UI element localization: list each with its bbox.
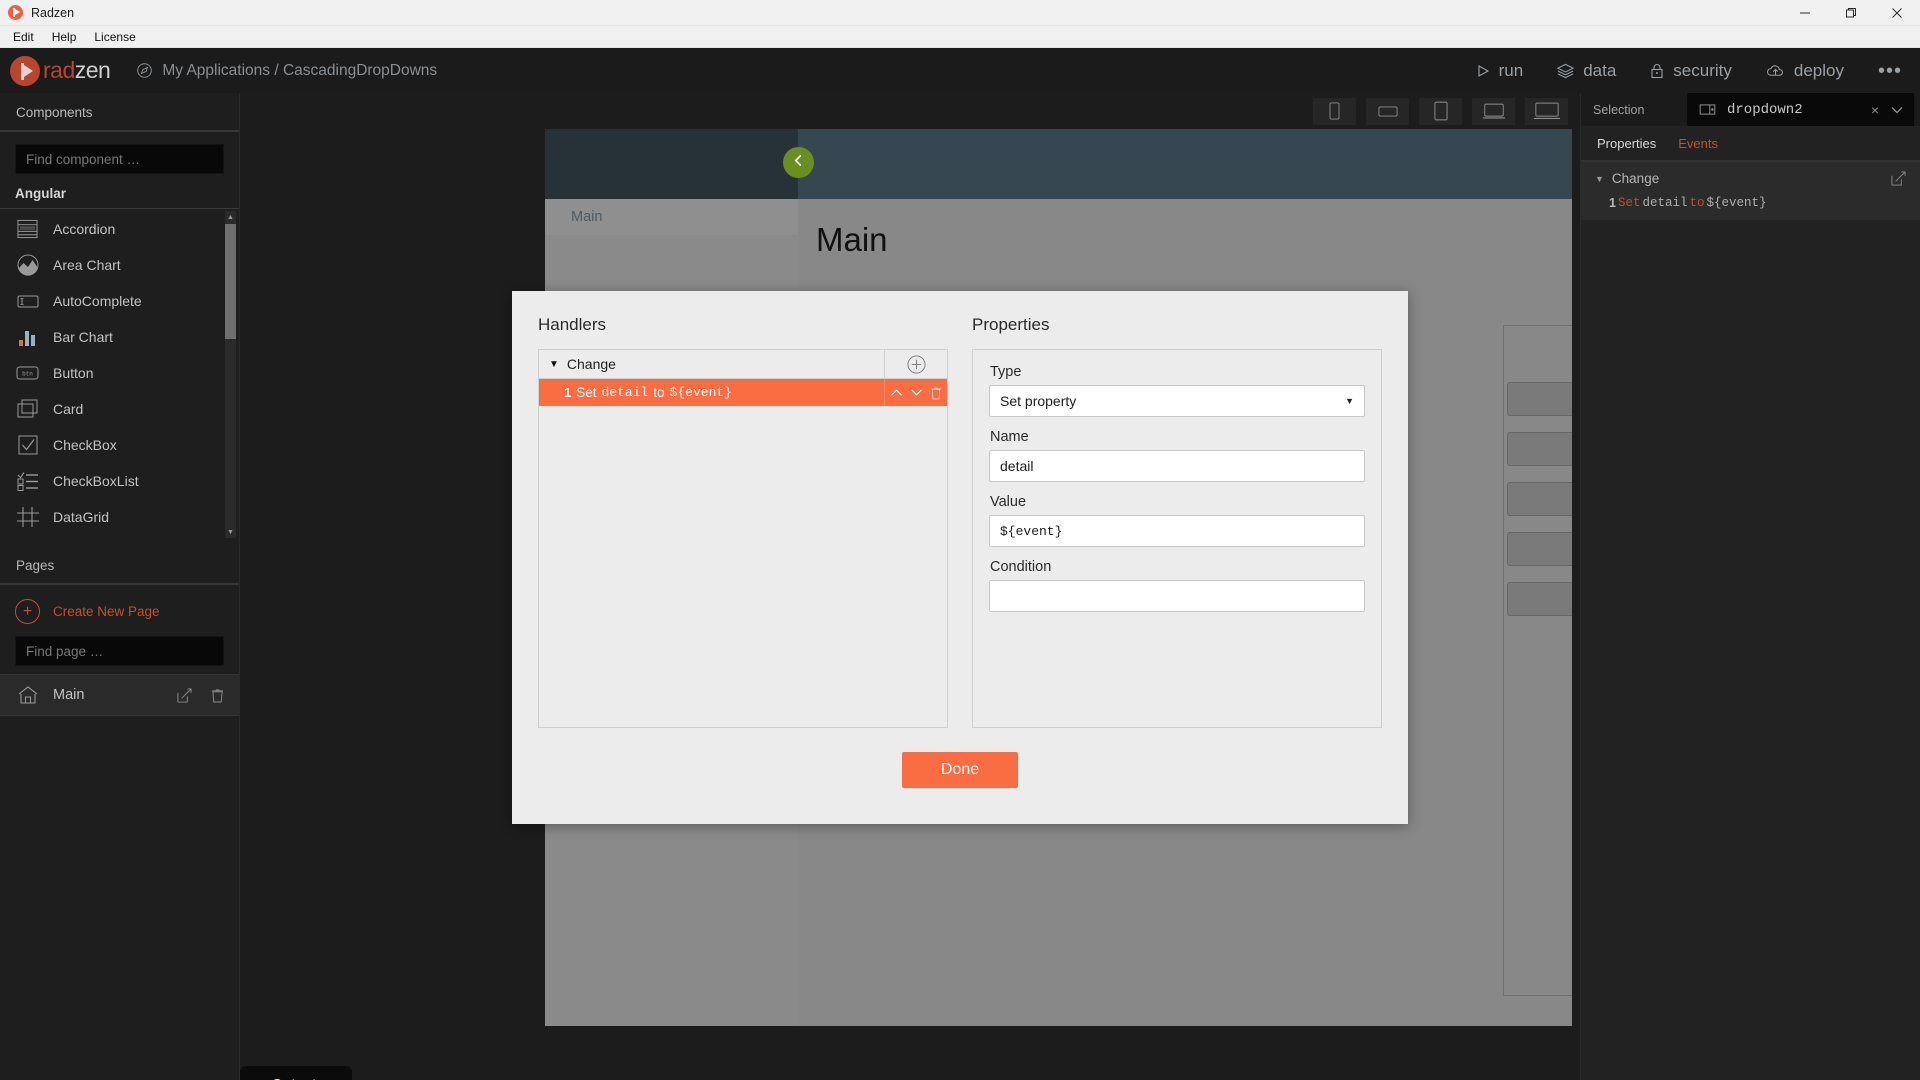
handler-item-number: 1 xyxy=(564,385,572,400)
handlers-list: ▼ Change 1 Set detail to ${event} xyxy=(538,349,948,728)
caret-down-icon: ▼ xyxy=(549,358,559,370)
delete-handler-icon[interactable] xyxy=(930,386,942,400)
dialog-columns: Handlers ▼ Change 1 Set detail to ${even… xyxy=(512,291,1408,750)
properties-form: Type Set property ▼ Name detail Value ${… xyxy=(972,349,1382,728)
value-label: Value xyxy=(990,494,1027,510)
handler-item-keyword2: to xyxy=(653,385,665,400)
event-handlers-dialog: Handlers ▼ Change 1 Set detail to ${even… xyxy=(512,291,1408,824)
handler-item-value: ${event} xyxy=(669,385,732,400)
chevron-down-icon: ▼ xyxy=(1345,396,1354,406)
handler-item-row[interactable]: 1 Set detail to ${event} xyxy=(539,379,947,406)
value-input[interactable]: ${event} xyxy=(989,515,1365,547)
done-button[interactable]: Done xyxy=(902,752,1018,788)
handlers-title: Handlers xyxy=(538,315,607,334)
properties-column: Properties Type Set property ▼ Name deta… xyxy=(972,315,1382,750)
condition-label: Condition xyxy=(990,559,1052,575)
handler-group-name: Change xyxy=(566,356,616,372)
handler-item-actions xyxy=(884,379,947,406)
handler-item-text: 1 Set detail to ${event} xyxy=(539,385,884,400)
name-input[interactable]: detail xyxy=(989,450,1365,482)
name-label: Name xyxy=(990,429,1029,445)
properties-title: Properties xyxy=(972,315,1050,334)
handler-item-keyword: Set xyxy=(576,385,597,400)
type-select[interactable]: Set property ▼ xyxy=(989,385,1365,417)
dialog-footer: Done xyxy=(512,750,1408,824)
move-up-icon[interactable] xyxy=(890,388,903,397)
name-input-value: detail xyxy=(1000,458,1034,474)
add-handler-button[interactable] xyxy=(884,350,947,379)
handlers-column: Handlers ▼ Change 1 Set detail to ${even… xyxy=(538,315,948,750)
type-label: Type xyxy=(990,364,1022,380)
handler-item-identifier: detail xyxy=(601,385,649,400)
value-input-value: ${event} xyxy=(1000,523,1063,539)
handler-group-row[interactable]: ▼ Change xyxy=(539,350,947,379)
condition-input[interactable] xyxy=(989,580,1365,612)
type-select-value: Set property xyxy=(1000,393,1077,409)
move-down-icon[interactable] xyxy=(910,388,923,397)
modal-overlay: Handlers ▼ Change 1 Set detail to ${even… xyxy=(0,0,1920,1080)
